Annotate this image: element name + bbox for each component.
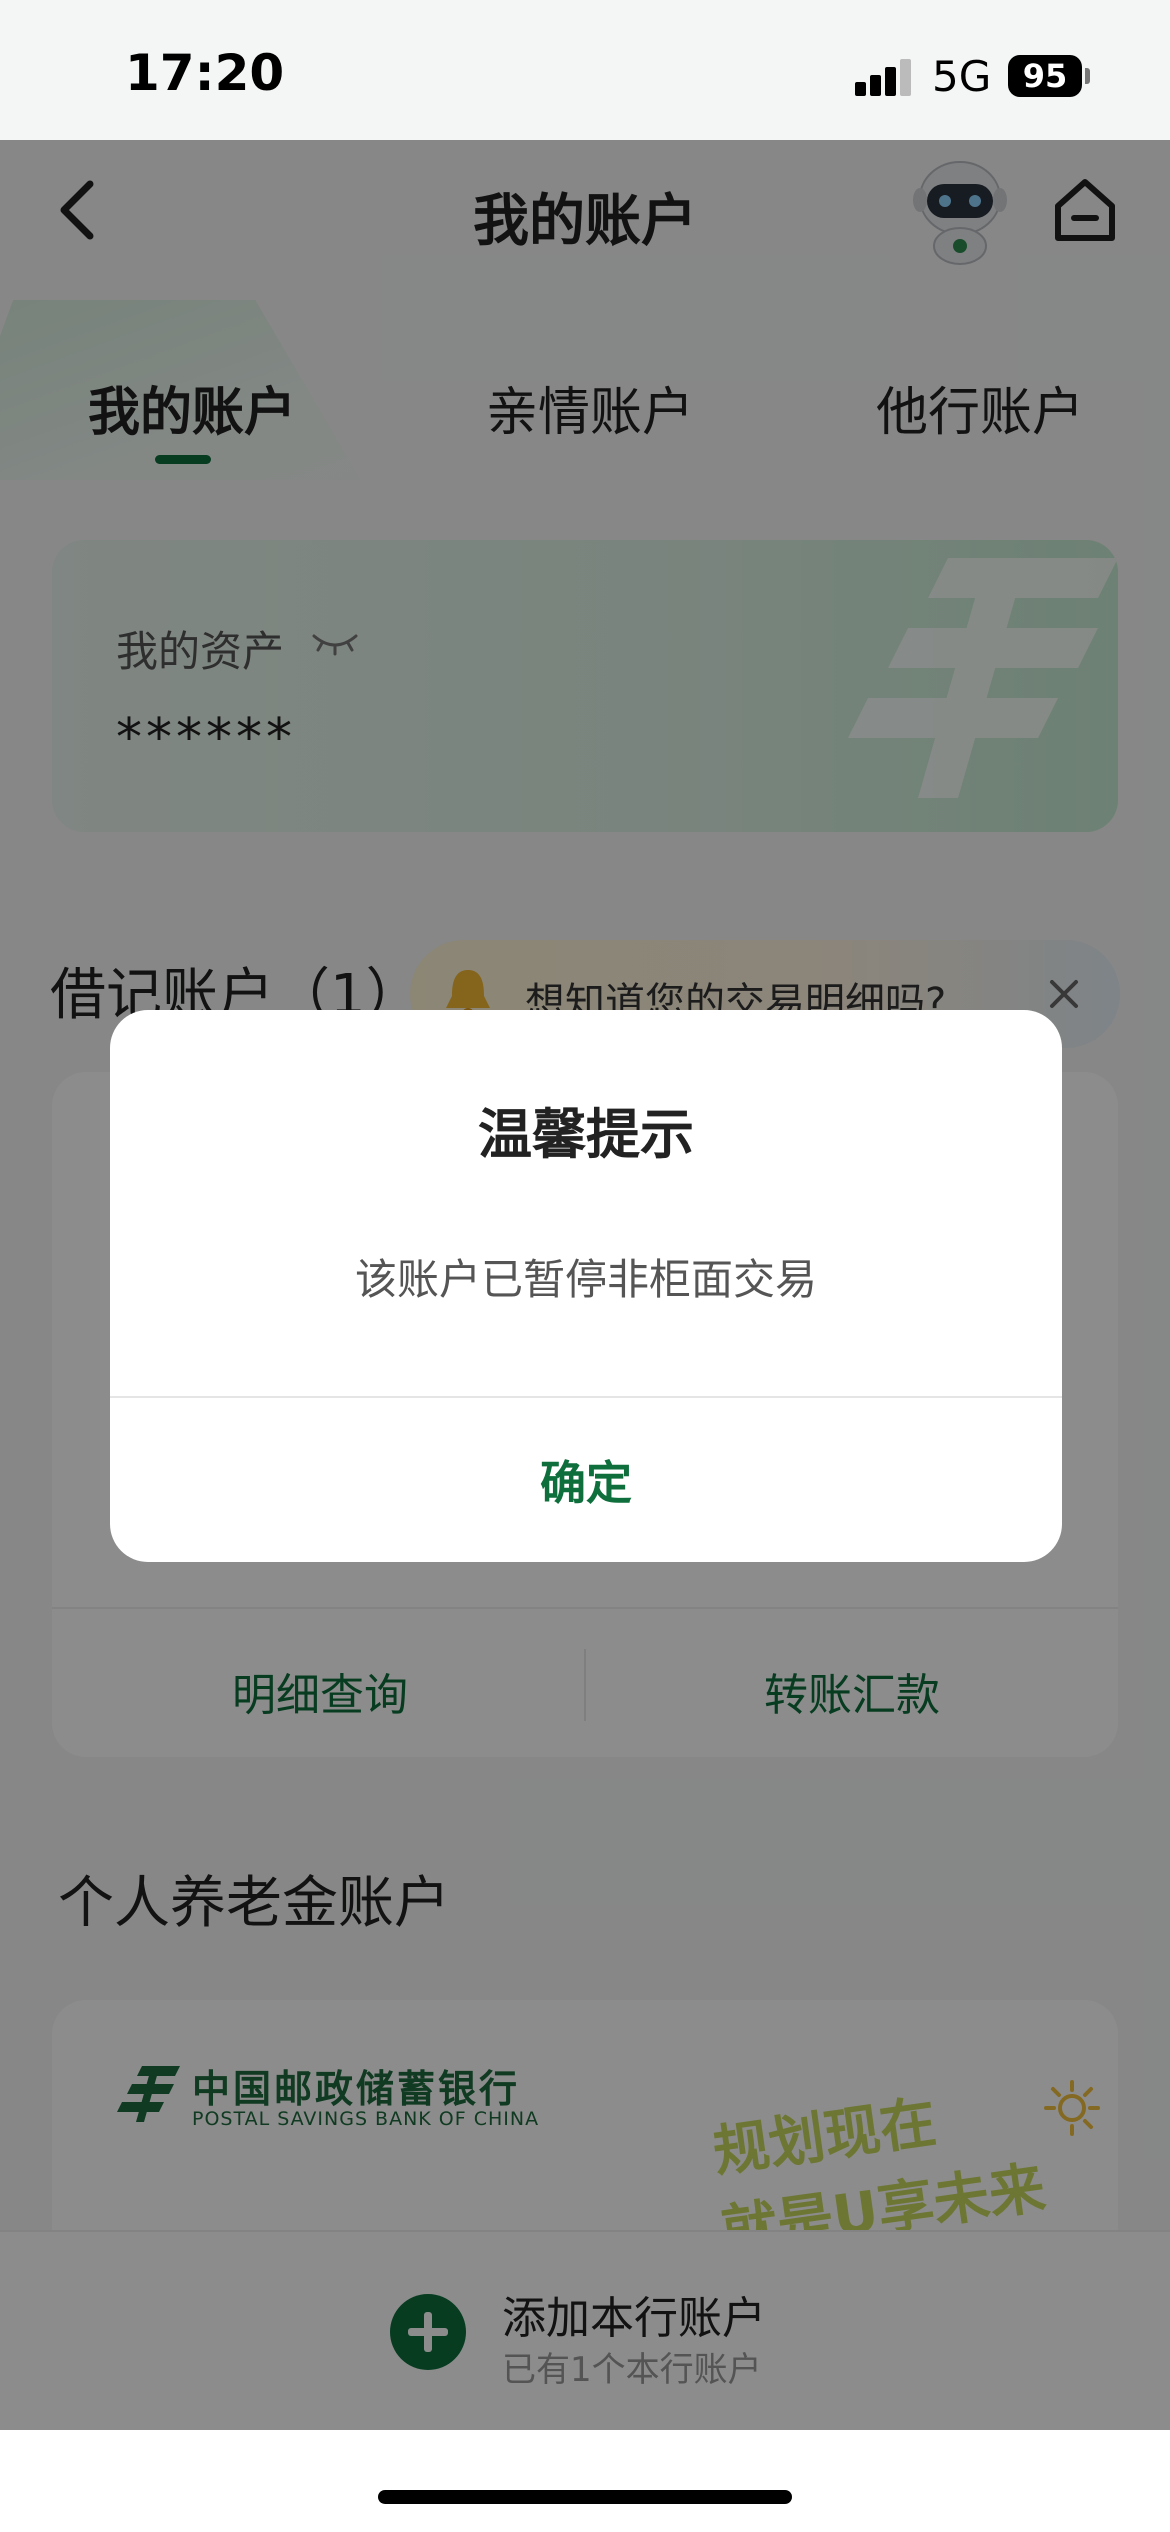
dialog-title: 温馨提示 bbox=[478, 1103, 694, 1166]
battery-tip bbox=[1085, 68, 1090, 84]
network-type: 5G bbox=[932, 52, 992, 101]
battery-icon: 95 bbox=[1008, 55, 1082, 97]
confirm-button[interactable]: 确定 bbox=[110, 1398, 1062, 1562]
home-indicator[interactable] bbox=[378, 2490, 792, 2504]
dialog-message: 该账户已暂停非柜面交易 bbox=[354, 1255, 817, 1304]
signal-icon bbox=[855, 58, 915, 96]
bottom-safe-area bbox=[0, 2430, 1170, 2532]
alert-dialog: 温馨提示 该账户已暂停非柜面交易 确定 bbox=[110, 1010, 1062, 1562]
status-time: 17:20 bbox=[125, 44, 285, 102]
status-bar: 17:20 5G 95 bbox=[0, 0, 1170, 140]
